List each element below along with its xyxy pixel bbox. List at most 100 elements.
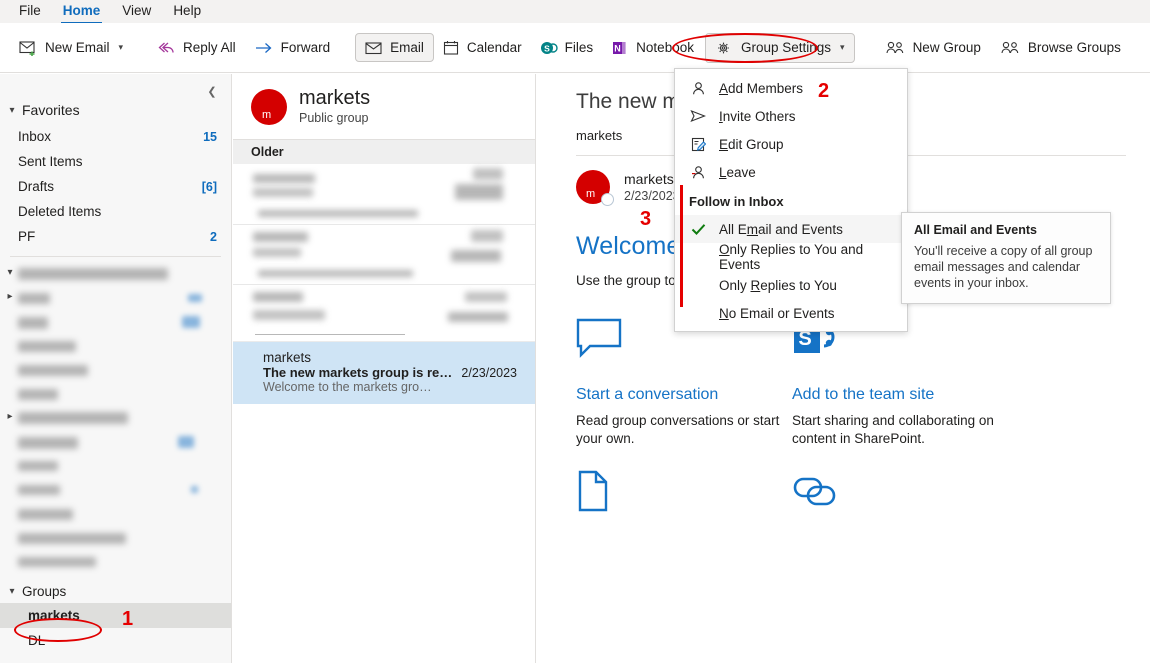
menu-item-leave[interactable]: Leave	[675, 158, 907, 186]
menu-item-label: Add Members	[719, 80, 804, 96]
menu-item-all-email-and-events[interactable]: All Email and Events	[675, 215, 907, 243]
group-settings-label: Group Settings	[740, 40, 832, 55]
annotation-red-line	[680, 185, 683, 307]
redacted-row[interactable]	[0, 504, 231, 528]
redacted-row[interactable]	[0, 480, 231, 504]
redacted-row[interactable]	[0, 456, 231, 480]
menu-item-label: All Email and Events	[719, 221, 843, 237]
favorites-label: Favorites	[22, 102, 80, 118]
annotation-number-1: 1	[122, 608, 134, 630]
card-document[interactable]	[576, 470, 792, 528]
sidebar-item-markets[interactable]: markets	[0, 603, 231, 628]
menu-item-view[interactable]: View	[111, 0, 162, 23]
redacted-row[interactable]	[0, 528, 231, 552]
redacted-row[interactable]	[0, 336, 231, 360]
sidebar-item-inbox[interactable]: Inbox 15	[0, 124, 231, 149]
sidebar-item-count: 2	[210, 229, 217, 244]
menu-item-no-email-or-events[interactable]: No Email or Events	[675, 299, 907, 327]
calendar-button[interactable]: Calendar	[434, 34, 531, 62]
sidebar-item-label: Deleted Items	[18, 204, 102, 219]
more-options-button[interactable]: •••	[1146, 33, 1150, 62]
group-title: markets	[299, 87, 371, 109]
sidebar-item-sent-items[interactable]: Sent Items	[0, 149, 231, 174]
notebook-button[interactable]: N Notebook	[602, 34, 703, 62]
redacted-row[interactable]	[0, 360, 231, 384]
email-label: Email	[390, 40, 424, 55]
calendar-icon	[443, 40, 460, 56]
forward-button[interactable]: Forward	[245, 34, 340, 61]
card-link[interactable]	[792, 470, 1008, 528]
group-settings-button[interactable]: Group Settings ▾	[704, 32, 855, 63]
sidebar-item-deleted-items[interactable]: Deleted Items	[0, 199, 231, 224]
redacted-row[interactable]	[0, 432, 231, 456]
sidebar-item-label: Inbox	[18, 129, 52, 144]
sidebar-item-dl[interactable]: DL	[0, 628, 231, 653]
svg-text:N: N	[614, 43, 621, 53]
sidebar-item-label: Sent Items	[18, 154, 83, 169]
reply-all-button[interactable]: Reply All	[148, 34, 245, 62]
link-icon	[792, 470, 1008, 528]
message-date: 2/23/2023	[461, 366, 517, 380]
feature-cards-row-2	[537, 448, 1150, 528]
calendar-label: Calendar	[466, 40, 522, 55]
message-preview: Welcome to the markets gro…	[263, 380, 432, 394]
menu-item-label: Only Replies to You and Events	[719, 242, 864, 272]
tooltip-title: All Email and Events	[914, 223, 1037, 237]
email-button[interactable]: Email	[355, 33, 434, 62]
menu-item-only-replies-to-you[interactable]: Only Replies to You	[675, 271, 907, 299]
menu-item-home[interactable]: Home	[52, 0, 112, 24]
group-label: DL	[28, 633, 46, 648]
message-list-pane: m markets Public group Older markets The…	[233, 74, 536, 663]
redacted-row[interactable]	[0, 312, 231, 336]
card-body: Read group conversations or start your o…	[576, 413, 780, 446]
sidebar-item-pf[interactable]: PF 2	[0, 224, 231, 249]
chevron-down-icon[interactable]: ▾	[119, 42, 124, 53]
menu-item-file[interactable]: File	[8, 0, 52, 23]
files-label: Files	[564, 40, 594, 55]
card-body: Start sharing and collaborating on conte…	[792, 413, 994, 446]
menu-item-label: Edit Group	[719, 136, 784, 152]
new-group-icon	[884, 40, 906, 56]
browse-groups-button[interactable]: Browse Groups	[990, 34, 1130, 62]
edit-group-icon	[689, 137, 707, 152]
files-button[interactable]: S Files	[531, 34, 603, 62]
sidebar-item-drafts[interactable]: Drafts [6]	[0, 174, 231, 199]
card-add-team-site[interactable]: S Add to the team site Start sharing and…	[792, 318, 1008, 448]
redacted-row[interactable]: ▾	[0, 264, 231, 288]
collapse-sidebar-icon[interactable]: ❮	[203, 82, 221, 100]
menu-item-edit-group[interactable]: Edit Group	[675, 130, 907, 158]
group-header-banner: m markets Public group	[233, 74, 535, 139]
forward-icon	[254, 41, 274, 55]
chevron-down-icon-group-settings[interactable]: ▾	[840, 42, 845, 53]
new-group-button[interactable]: New Group	[875, 34, 990, 62]
redacted-row[interactable]: ▸	[0, 408, 231, 432]
groups-header[interactable]: ▾ Groups	[0, 580, 231, 603]
redacted-message-previews[interactable]	[233, 164, 535, 342]
menu-item-invite-others[interactable]: Invite Others	[675, 102, 907, 130]
message-subject: The new markets group is re…	[263, 365, 453, 380]
tooltip-body: You'll receive a copy of all group email…	[914, 244, 1093, 290]
redacted-row[interactable]	[0, 552, 231, 576]
onenote-icon: N	[611, 40, 629, 56]
send-icon	[689, 109, 707, 123]
redacted-row[interactable]: ▸	[0, 288, 231, 312]
tooltip-all-email-and-events: All Email and Events You'll receive a co…	[901, 212, 1111, 304]
outlook-window: File Home View Help New Email ▾ Reply Al…	[0, 0, 1150, 663]
card-start-conversation[interactable]: Start a conversation Read group conversa…	[576, 318, 792, 448]
menu-item-help[interactable]: Help	[162, 0, 212, 23]
redacted-row[interactable]	[0, 384, 231, 408]
person-icon	[689, 81, 707, 96]
card-title: Start a conversation	[576, 386, 719, 403]
menu-item-only-replies-to-you-and-events[interactable]: Only Replies to You and Events	[675, 242, 907, 272]
message-list-item-selected[interactable]: markets The new markets group is re… 2/2…	[233, 342, 535, 404]
menu-section-follow-in-inbox: Follow in Inbox	[689, 194, 784, 209]
favorites-header[interactable]: ▾ Favorites	[0, 74, 231, 124]
new-email-button[interactable]: New Email ▾	[10, 34, 132, 62]
groups-label: Groups	[22, 584, 67, 599]
menu-item-add-members[interactable]: Add Members	[675, 74, 907, 102]
browse-groups-icon	[999, 40, 1021, 56]
group-privacy-label: Public group	[299, 111, 369, 125]
card-title: Add to the team site	[792, 386, 935, 403]
message-sender: markets	[263, 350, 312, 365]
check-icon	[689, 223, 707, 236]
